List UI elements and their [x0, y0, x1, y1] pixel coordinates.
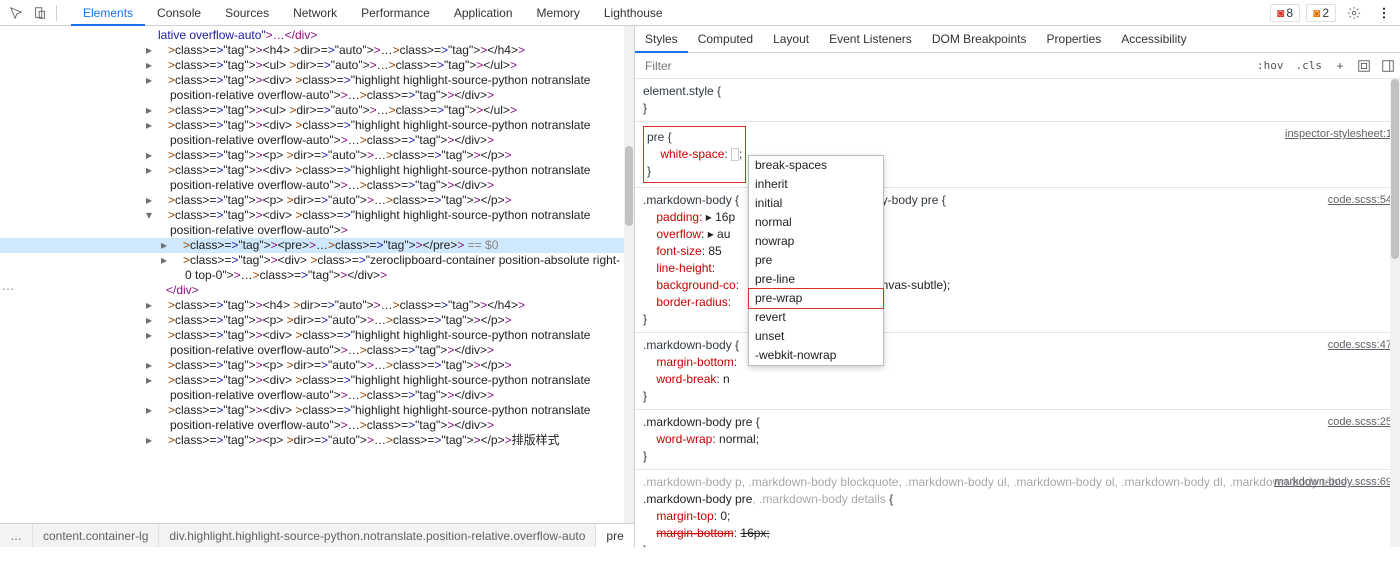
- rule-source[interactable]: markdown-body.scss:69: [1274, 474, 1392, 491]
- settings-icon[interactable]: [1342, 1, 1366, 25]
- dom-node[interactable]: >class>=>"tag">><h4> >dir>=>"auto">>…>cl…: [0, 43, 634, 58]
- autocomplete-item[interactable]: nowrap: [749, 232, 883, 251]
- dom-node[interactable]: >class>=>"tag">><p> >dir>=>"auto">>…>cla…: [0, 358, 634, 373]
- styles-scrollbar[interactable]: [1390, 79, 1400, 547]
- css-rule[interactable]: markdown-body.scss:69.markdown-body p, .…: [635, 470, 1400, 547]
- dom-node[interactable]: >class>=>"tag">><div> >class>=>"highligh…: [0, 73, 634, 103]
- top-tab-network[interactable]: Network: [281, 0, 349, 26]
- dom-node[interactable]: >class>=>"tag">><ul> >dir>=>"auto">>…>cl…: [0, 58, 634, 73]
- autocomplete-item[interactable]: pre-wrap: [748, 288, 884, 309]
- autocomplete-item[interactable]: break-spaces: [749, 156, 883, 175]
- dom-node[interactable]: >class>=>"tag">><p> >dir>=>"auto">>…>cla…: [0, 433, 634, 448]
- top-tab-sources[interactable]: Sources: [213, 0, 281, 26]
- autocomplete-item[interactable]: unset: [749, 327, 883, 346]
- crumb[interactable]: div.highlight.highlight-source-python.no…: [158, 524, 595, 548]
- cls-button[interactable]: .cls: [1290, 53, 1329, 79]
- devtools-toolbar: ElementsConsoleSourcesNetworkPerformance…: [0, 0, 1400, 26]
- dom-node[interactable]: lative overflow-auto">…</div>: [0, 28, 634, 43]
- dom-node[interactable]: >class>=>"tag">><div> >class>=>"highligh…: [0, 208, 634, 238]
- rule-source[interactable]: code.scss:47: [1328, 337, 1392, 354]
- styles-tab-dom-breakpoints[interactable]: DOM Breakpoints: [922, 26, 1037, 53]
- styles-tab-layout[interactable]: Layout: [763, 26, 819, 53]
- gutter-ellipsis: ⋯: [2, 282, 14, 296]
- breadcrumbs: …content.container-lgdiv.highlight.highl…: [0, 523, 634, 547]
- rule-source[interactable]: inspector-stylesheet:1: [1285, 126, 1392, 143]
- dom-node[interactable]: >class>=>"tag">><ul> >dir>=>"auto">>…>cl…: [0, 103, 634, 118]
- top-tab-performance[interactable]: Performance: [349, 0, 442, 26]
- dom-panel: lative overflow-auto">…</div>>class>=>"t…: [0, 26, 635, 547]
- autocomplete-item[interactable]: initial: [749, 194, 883, 213]
- dom-tree[interactable]: lative overflow-auto">…</div>>class>=>"t…: [0, 26, 634, 450]
- computed-toggle-icon[interactable]: [1352, 53, 1376, 79]
- crumb[interactable]: content.container-lg: [32, 524, 158, 548]
- filter-row: :hov .cls +: [635, 53, 1400, 79]
- autocomplete-item[interactable]: pre-line: [749, 270, 883, 289]
- more-icon[interactable]: [1372, 1, 1396, 25]
- autocomplete-popup[interactable]: break-spacesinheritinitialnormalnowrappr…: [748, 155, 884, 366]
- dom-node[interactable]: >class>=>"tag">><h4> >dir>=>"auto">>…>cl…: [0, 298, 634, 313]
- dom-node[interactable]: >class>=>"tag">><p> >dir>=>"auto">>…>cla…: [0, 148, 634, 163]
- styles-tab-event-listeners[interactable]: Event Listeners: [819, 26, 922, 53]
- inspect-icon[interactable]: [4, 1, 28, 25]
- autocomplete-item[interactable]: -webkit-nowrap: [749, 346, 883, 365]
- dom-node[interactable]: >class>=>"tag">><p> >dir>=>"auto">>…>cla…: [0, 313, 634, 328]
- css-rule[interactable]: element.style {}: [635, 79, 1400, 122]
- error-count-badge[interactable]: ◙8: [1270, 4, 1300, 22]
- dom-node[interactable]: >class>=>"tag">><div> >class>=>"highligh…: [0, 328, 634, 358]
- rule-source[interactable]: code.scss:54: [1328, 192, 1392, 209]
- dom-node[interactable]: >class>=>"tag">><div> >class>=>"highligh…: [0, 373, 634, 403]
- dom-node[interactable]: >class>=>"tag">><div> >class>=>"highligh…: [0, 163, 634, 193]
- crumb[interactable]: pre: [595, 524, 633, 548]
- dom-node[interactable]: >class>=>"tag">><div> >class>=>"highligh…: [0, 403, 634, 433]
- warning-count-badge[interactable]: ◙2: [1306, 4, 1336, 22]
- crumb[interactable]: …: [0, 524, 32, 548]
- dom-node[interactable]: >class>=>"tag">><pre>>…>class>=>"tag">><…: [0, 238, 634, 253]
- top-tab-memory[interactable]: Memory: [525, 0, 592, 26]
- device-icon[interactable]: [28, 1, 52, 25]
- filter-input[interactable]: [635, 54, 1251, 78]
- dom-node[interactable]: >class>=>"tag">><p> >dir>=>"auto">>…>cla…: [0, 193, 634, 208]
- autocomplete-item[interactable]: normal: [749, 213, 883, 232]
- dom-node[interactable]: >class>=>"tag">><div> >class>=>"highligh…: [0, 118, 634, 148]
- new-rule-icon[interactable]: +: [1328, 53, 1352, 79]
- autocomplete-item[interactable]: inherit: [749, 175, 883, 194]
- dock-icon[interactable]: [1376, 53, 1400, 79]
- autocomplete-item[interactable]: revert: [749, 308, 883, 327]
- styles-tab-computed[interactable]: Computed: [688, 26, 763, 53]
- styles-tab-accessibility[interactable]: Accessibility: [1111, 26, 1196, 53]
- css-rule[interactable]: code.scss:25.markdown-body pre { word-wr…: [635, 410, 1400, 470]
- styles-tab-styles[interactable]: Styles: [635, 26, 688, 53]
- top-tab-console[interactable]: Console: [145, 0, 213, 26]
- hov-button[interactable]: :hov: [1251, 53, 1290, 79]
- top-tab-lighthouse[interactable]: Lighthouse: [592, 0, 675, 26]
- top-tab-application[interactable]: Application: [442, 0, 525, 26]
- rule-source[interactable]: code.scss:25: [1328, 414, 1392, 431]
- styles-tab-properties[interactable]: Properties: [1037, 26, 1112, 53]
- dom-node[interactable]: >class>=>"tag">><div> >class>=>"zeroclip…: [0, 253, 634, 283]
- dom-scrollbar[interactable]: [624, 26, 634, 526]
- dom-node[interactable]: </div>: [0, 283, 634, 298]
- top-tab-elements[interactable]: Elements: [71, 0, 145, 26]
- autocomplete-item[interactable]: pre: [749, 251, 883, 270]
